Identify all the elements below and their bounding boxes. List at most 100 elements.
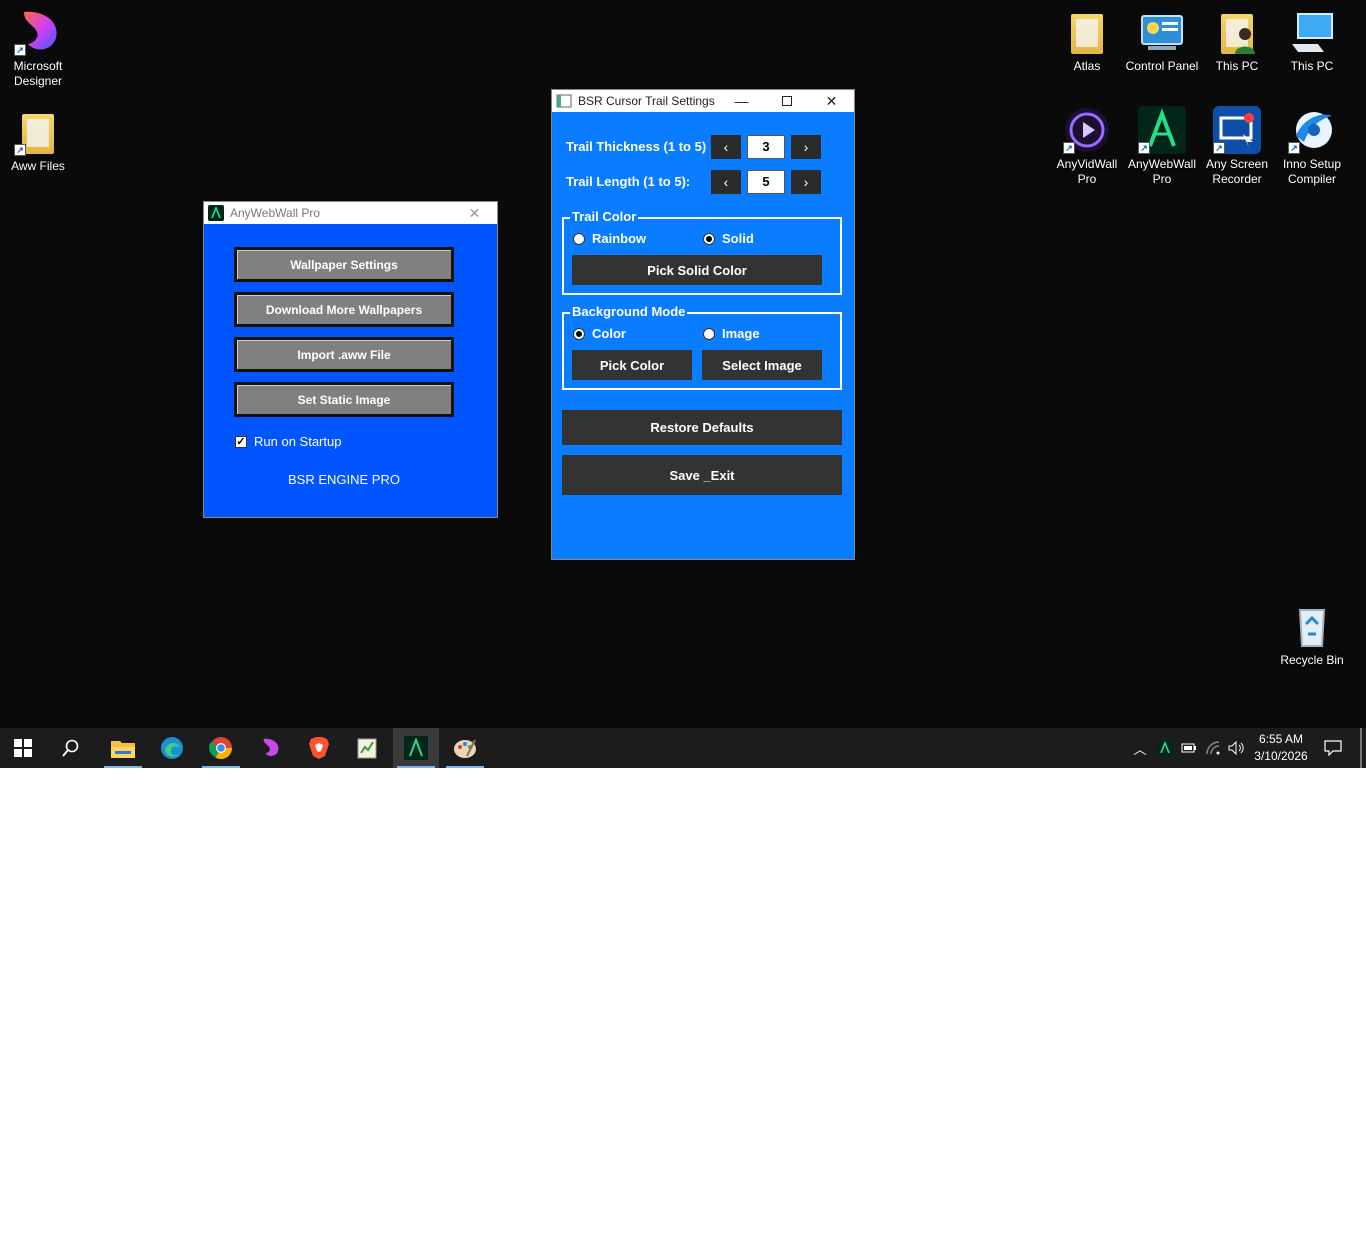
folder-icon [1063, 8, 1111, 56]
close-icon: ✕ [825, 92, 838, 109]
battery-icon [1181, 743, 1196, 753]
radio-unselected-icon [573, 232, 585, 245]
microsoft-designer-icon: ↗ [14, 8, 62, 56]
image-label: Image [722, 326, 760, 341]
solid-label: Solid [722, 231, 754, 246]
taskbar-notepad-app[interactable] [344, 728, 390, 768]
desktop-icon-aww-files[interactable]: ↗ Aww Files [0, 108, 76, 174]
radio-unselected-icon [703, 327, 715, 340]
desktop-icon-this-pc-user[interactable]: This PC [1199, 8, 1275, 74]
desktop-icon-anywebwall-pro[interactable]: ↗ AnyWebWall Pro [1124, 106, 1200, 187]
windows-icon [14, 739, 32, 757]
start-button[interactable] [0, 728, 46, 768]
tray-network[interactable] [1203, 728, 1223, 768]
running-indicator [202, 766, 240, 768]
thickness-increase-button[interactable]: › [791, 135, 821, 159]
taskbar-anywebwall[interactable] [393, 728, 439, 768]
control-panel-icon [1138, 8, 1186, 56]
minimize-icon: — [734, 93, 749, 109]
tray-anywebwall[interactable] [1155, 728, 1175, 768]
trail-thickness-label: Trail Thickness (1 to 5): [566, 139, 706, 154]
search-button[interactable] [48, 728, 94, 768]
anywebwall-titlebar[interactable]: AnyWebWall Pro ✕ [204, 202, 497, 224]
desktop-icon-any-screen-recorder[interactable]: ↗ Any Screen Recorder [1199, 106, 1275, 187]
tray-volume[interactable] [1227, 728, 1247, 768]
thickness-value-field[interactable]: 3 [747, 135, 785, 159]
chrome-icon [209, 737, 232, 759]
wallpaper-settings-button[interactable]: Wallpaper Settings [234, 247, 454, 282]
window-app-icon [556, 94, 572, 108]
desktop-icon-anyvidwall-pro[interactable]: ↗ AnyVidWall Pro [1049, 106, 1125, 187]
notification-icon [1324, 740, 1342, 756]
maximize-button[interactable] [764, 90, 809, 112]
action-center-button[interactable] [1320, 728, 1346, 768]
taskbar-edge[interactable] [149, 728, 195, 768]
rainbow-label: Rainbow [592, 231, 647, 246]
taskbar-paint-app[interactable] [442, 728, 488, 768]
tray-battery[interactable] [1179, 728, 1199, 768]
set-static-image-button[interactable]: Set Static Image [234, 382, 454, 417]
anywebwall-tray-icon [1157, 740, 1173, 756]
folder-icon: ↗ [14, 108, 62, 156]
thickness-decrease-button[interactable]: ‹ [711, 135, 741, 159]
close-button[interactable]: ✕ [452, 202, 497, 224]
anywebwall-icon: ↗ [1138, 106, 1186, 154]
import-aww-file-button[interactable]: Import .aww File [234, 337, 454, 372]
save-exit-button[interactable]: Save _Exit [562, 455, 842, 495]
solid-radio[interactable]: Solid [703, 231, 754, 246]
chevron-right-icon: › [803, 174, 809, 190]
desktop: ↗ Microsoft Designer ↗ Aww Files Atlas C… [0, 0, 1366, 728]
engine-label: BSR ENGINE PRO [288, 472, 400, 487]
radio-selected-icon [703, 232, 715, 245]
taskbar-chrome[interactable] [198, 728, 244, 768]
user-folder-icon [1213, 8, 1261, 56]
checkmark-icon: ✓ [235, 435, 247, 448]
maximize-icon [781, 96, 792, 106]
chevron-left-icon: ‹ [723, 139, 729, 155]
pick-solid-color-button[interactable]: Pick Solid Color [572, 255, 822, 285]
inno-setup-icon: ↗ [1288, 106, 1336, 154]
desktop-icon-this-pc[interactable]: This PC [1274, 8, 1350, 74]
brave-icon [309, 737, 329, 759]
notepad-icon [357, 738, 377, 759]
close-button[interactable]: ✕ [809, 90, 854, 112]
anywebwall-icon [404, 736, 428, 760]
taskbar-brave[interactable] [296, 728, 342, 768]
length-value-field[interactable]: 5 [747, 170, 785, 194]
desktop-icon-control-panel[interactable]: Control Panel [1124, 8, 1200, 74]
taskbar-microsoft-designer[interactable] [247, 728, 293, 768]
chevron-right-icon: › [803, 139, 809, 155]
run-on-startup-checkbox[interactable]: ✓ Run on Startup [235, 434, 341, 449]
anywebwall-app-icon [208, 205, 224, 221]
rainbow-radio[interactable]: Rainbow [573, 231, 646, 246]
minimize-button[interactable]: — [719, 90, 764, 112]
show-hidden-icons-button[interactable]: ︿ [1130, 728, 1150, 768]
window-title: AnyWebWall Pro [230, 206, 321, 220]
pick-color-button[interactable]: Pick Color [572, 350, 692, 380]
edge-icon [161, 737, 183, 759]
desktop-icon-microsoft-designer[interactable]: ↗ Microsoft Designer [0, 8, 76, 89]
running-indicator [104, 766, 142, 768]
length-increase-button[interactable]: › [791, 170, 821, 194]
cursor-trail-window: BSR Cursor Trail Settings — ✕ Trail Thic… [551, 89, 855, 560]
radio-selected-icon [573, 327, 585, 340]
wifi-icon [1206, 741, 1220, 755]
image-radio[interactable]: Image [703, 326, 760, 341]
cursor-trail-titlebar[interactable]: BSR Cursor Trail Settings — ✕ [552, 90, 854, 112]
screen-recorder-icon: ↗ [1213, 106, 1261, 154]
download-more-wallpapers-button[interactable]: Download More Wallpapers [234, 292, 454, 327]
trail-color-legend: Trail Color [570, 209, 639, 224]
select-image-button[interactable]: Select Image [702, 350, 822, 380]
desktop-icon-inno-setup-compiler[interactable]: ↗ Inno Setup Compiler [1274, 106, 1350, 187]
show-desktop-button[interactable] [1360, 728, 1362, 768]
clock[interactable]: 6:55 AM 3/10/2026 [1248, 731, 1314, 765]
file-explorer-icon [111, 741, 135, 758]
desktop-icon-recycle-bin[interactable]: Recycle Bin [1274, 602, 1350, 668]
window-title: BSR Cursor Trail Settings [578, 94, 715, 108]
restore-defaults-button[interactable]: Restore Defaults [562, 410, 842, 445]
desktop-icon-atlas[interactable]: Atlas [1049, 8, 1125, 74]
background-mode-group: Background Mode Color Image Pick Color S… [562, 304, 842, 390]
taskbar-file-explorer[interactable] [100, 728, 146, 768]
length-decrease-button[interactable]: ‹ [711, 170, 741, 194]
color-radio[interactable]: Color [573, 326, 626, 341]
